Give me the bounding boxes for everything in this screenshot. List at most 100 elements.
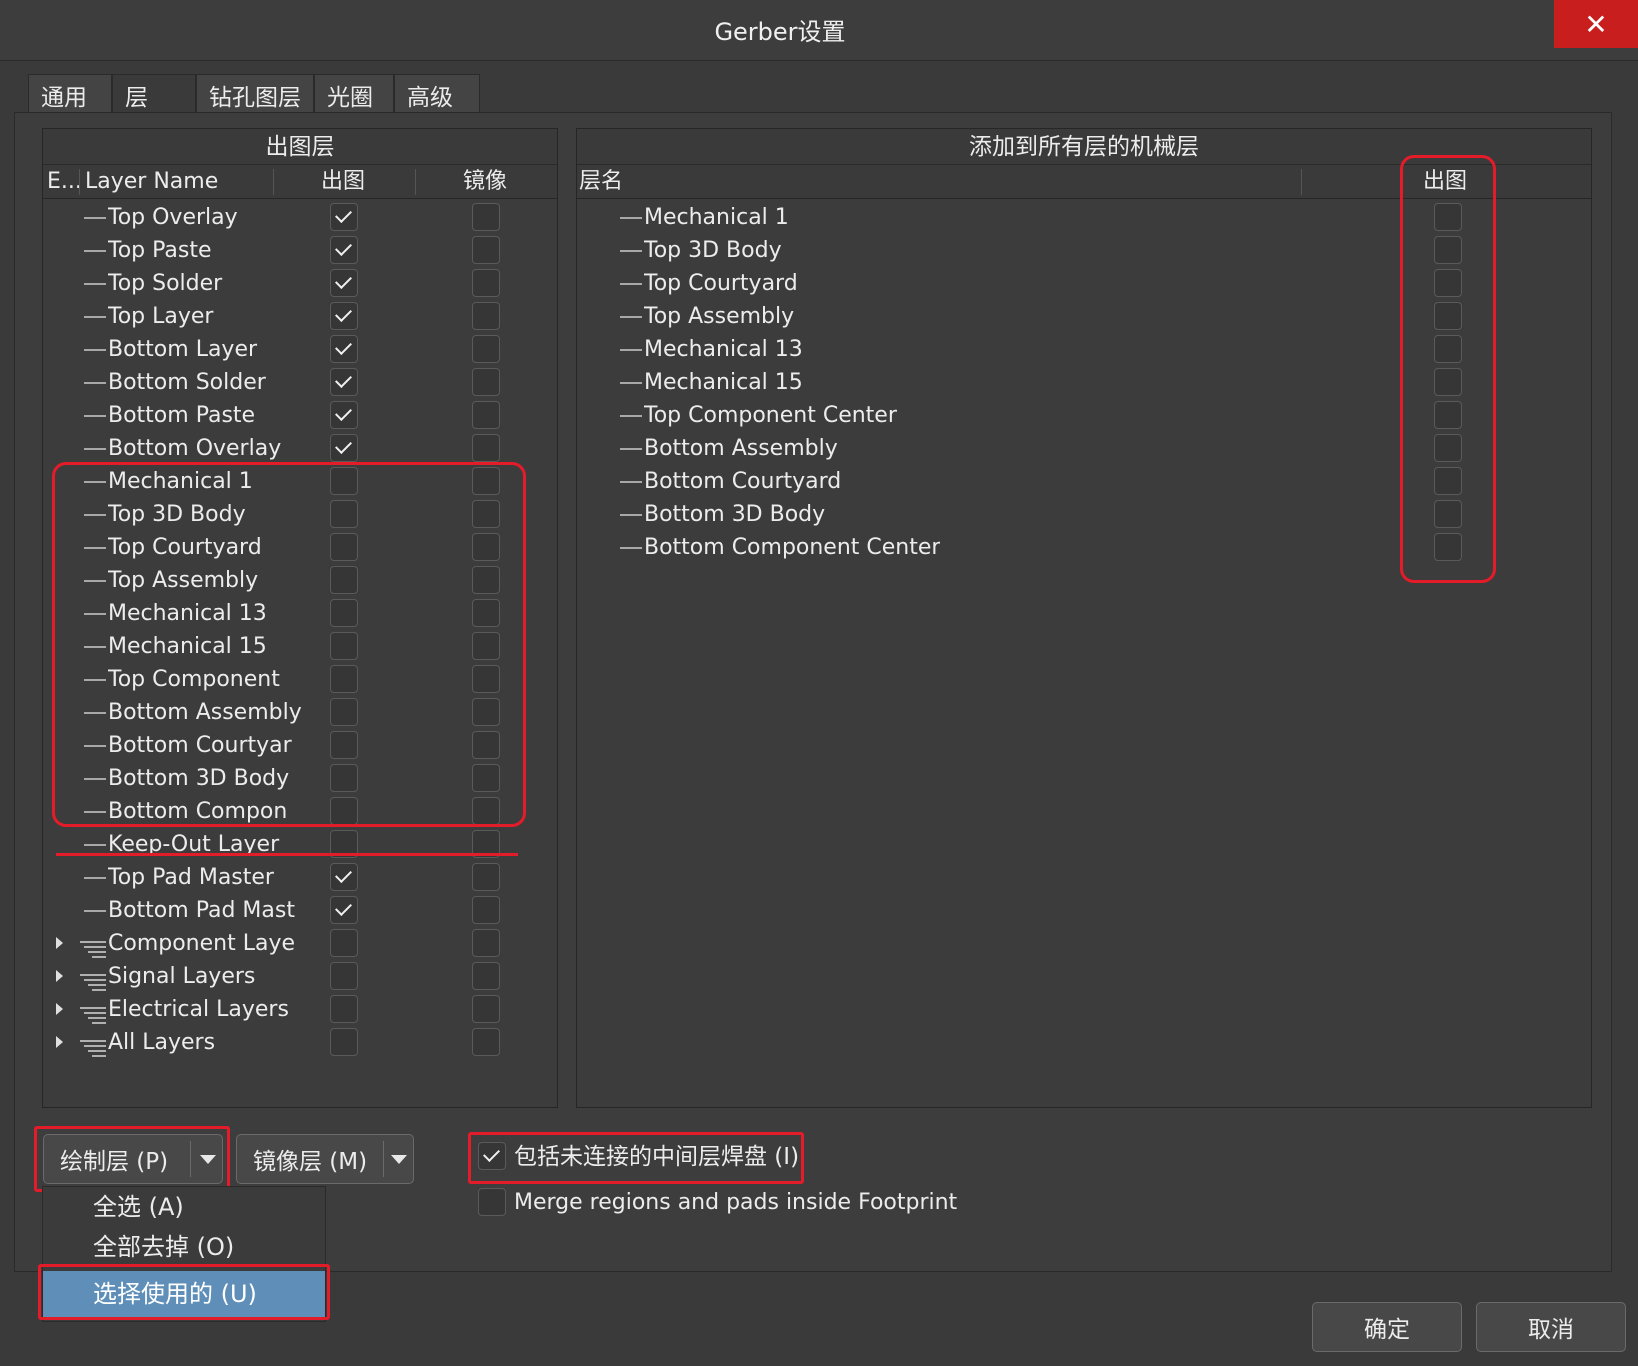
plot-checkbox[interactable] [330, 764, 358, 792]
table-row[interactable]: Mechanical 13 [620, 333, 1120, 366]
plot-checkbox[interactable] [330, 401, 358, 429]
table-row[interactable]: Top Assembly [84, 564, 324, 597]
mirror-checkbox[interactable] [472, 434, 500, 462]
table-row[interactable]: Top 3D Body [620, 234, 1120, 267]
plot-checkbox[interactable] [330, 434, 358, 462]
menu-item-select-all[interactable]: 全选 (A) [43, 1187, 325, 1227]
table-row[interactable]: Bottom Compon [84, 795, 324, 828]
plot-checkbox[interactable] [330, 731, 358, 759]
mirror-checkbox[interactable] [472, 896, 500, 924]
plot-checkbox[interactable] [330, 962, 358, 990]
table-row[interactable]: Top Pad Master [84, 861, 324, 894]
cancel-button[interactable]: 取消 [1476, 1302, 1626, 1352]
table-row[interactable]: Top Solder [84, 267, 324, 300]
plot-checkbox[interactable] [1434, 368, 1462, 396]
plot-checkbox[interactable] [1434, 269, 1462, 297]
mirror-checkbox[interactable] [472, 863, 500, 891]
table-row[interactable]: Top Courtyard [620, 267, 1120, 300]
expand-arrow-icon[interactable] [56, 1003, 63, 1015]
mirror-checkbox[interactable] [472, 500, 500, 528]
mirror-checkbox[interactable] [472, 533, 500, 561]
menu-item-deselect-all[interactable]: 全部去掉 (O) [43, 1227, 325, 1267]
mirror-checkbox[interactable] [472, 665, 500, 693]
table-row[interactable]: Bottom Assembly [620, 432, 1120, 465]
mirror-checkbox[interactable] [472, 995, 500, 1023]
table-row[interactable]: Bottom 3D Body [84, 762, 324, 795]
table-row[interactable]: Mechanical 1 [84, 465, 324, 498]
plot-checkbox[interactable] [330, 533, 358, 561]
table-row[interactable]: Top Component Center [620, 399, 1120, 432]
table-row[interactable]: Top Assembly [620, 300, 1120, 333]
mirror-layers-dropdown[interactable]: 镜像层 (M) [236, 1134, 414, 1184]
table-row[interactable]: Mechanical 1 [620, 201, 1120, 234]
plot-checkbox[interactable] [1434, 533, 1462, 561]
mirror-checkbox[interactable] [472, 566, 500, 594]
plot-checkbox[interactable] [330, 665, 358, 693]
plot-checkbox[interactable] [1434, 500, 1462, 528]
tab-layers[interactable]: 层 [112, 74, 196, 114]
expand-arrow-icon[interactable] [56, 970, 63, 982]
plot-checkbox[interactable] [330, 995, 358, 1023]
table-row[interactable]: Bottom Component Center [620, 531, 1120, 564]
mirror-checkbox[interactable] [472, 269, 500, 297]
menu-item-select-used[interactable]: 选择使用的 (U) [43, 1271, 325, 1317]
plot-checkbox[interactable] [330, 929, 358, 957]
table-row[interactable]: Bottom Courtyar [84, 729, 324, 762]
plot-checkbox[interactable] [330, 368, 358, 396]
table-row[interactable]: Signal Layers [56, 960, 324, 993]
plot-checkbox[interactable] [330, 203, 358, 231]
plot-checkbox[interactable] [1434, 401, 1462, 429]
plot-checkbox[interactable] [1434, 467, 1462, 495]
plot-checkbox[interactable] [330, 797, 358, 825]
plot-layers-dropdown[interactable]: 绘制层 (P) [43, 1134, 223, 1184]
include-unconnected-checkbox[interactable] [478, 1142, 506, 1170]
mirror-checkbox[interactable] [472, 203, 500, 231]
mirror-checkbox[interactable] [472, 599, 500, 627]
table-row[interactable]: Bottom Paste [84, 399, 324, 432]
col-plot[interactable]: 出图 [1423, 165, 1467, 199]
table-row[interactable]: Component Laye [56, 927, 324, 960]
tab-advanced[interactable]: 高级 [394, 74, 480, 114]
table-row[interactable]: Top Layer [84, 300, 324, 333]
mirror-checkbox[interactable] [472, 335, 500, 363]
plot-checkbox[interactable] [1434, 236, 1462, 264]
table-row[interactable]: Bottom 3D Body [620, 498, 1120, 531]
plot-checkbox[interactable] [330, 1028, 358, 1056]
col-expand[interactable]: E... [47, 165, 82, 199]
table-row[interactable]: Top Component [84, 663, 324, 696]
plot-checkbox[interactable] [330, 500, 358, 528]
plot-checkbox[interactable] [1434, 434, 1462, 462]
table-row[interactable]: Bottom Assembly [84, 696, 324, 729]
col-layer-name[interactable]: 层名 [579, 165, 623, 199]
plot-checkbox[interactable] [330, 896, 358, 924]
table-row[interactable]: Top 3D Body [84, 498, 324, 531]
table-row[interactable]: Mechanical 15 [84, 630, 324, 663]
mirror-checkbox[interactable] [472, 236, 500, 264]
table-row[interactable]: Bottom Layer [84, 333, 324, 366]
mirror-checkbox[interactable] [472, 302, 500, 330]
tab-apertures[interactable]: 光圈 [314, 74, 394, 114]
mirror-checkbox[interactable] [472, 797, 500, 825]
table-row[interactable]: Mechanical 13 [84, 597, 324, 630]
col-mirror[interactable]: 镜像 [463, 165, 507, 199]
plot-checkbox[interactable] [1434, 302, 1462, 330]
table-row[interactable]: Mechanical 15 [620, 366, 1120, 399]
mirror-checkbox[interactable] [472, 764, 500, 792]
plot-checkbox[interactable] [330, 863, 358, 891]
mirror-checkbox[interactable] [472, 731, 500, 759]
plot-checkbox[interactable] [330, 698, 358, 726]
plot-checkbox[interactable] [1434, 335, 1462, 363]
tab-drill-drawing[interactable]: 钻孔图层 [196, 74, 314, 114]
table-row[interactable]: Bottom Solder [84, 366, 324, 399]
plot-checkbox[interactable] [330, 236, 358, 264]
plot-checkbox[interactable] [330, 467, 358, 495]
ok-button[interactable]: 确定 [1312, 1302, 1462, 1352]
col-plot[interactable]: 出图 [321, 165, 365, 199]
mirror-checkbox[interactable] [472, 698, 500, 726]
plot-checkbox[interactable] [330, 599, 358, 627]
table-row[interactable]: Top Paste [84, 234, 324, 267]
mirror-checkbox[interactable] [472, 401, 500, 429]
plot-checkbox[interactable] [1434, 203, 1462, 231]
table-row[interactable]: Top Courtyard [84, 531, 324, 564]
plot-checkbox[interactable] [330, 269, 358, 297]
